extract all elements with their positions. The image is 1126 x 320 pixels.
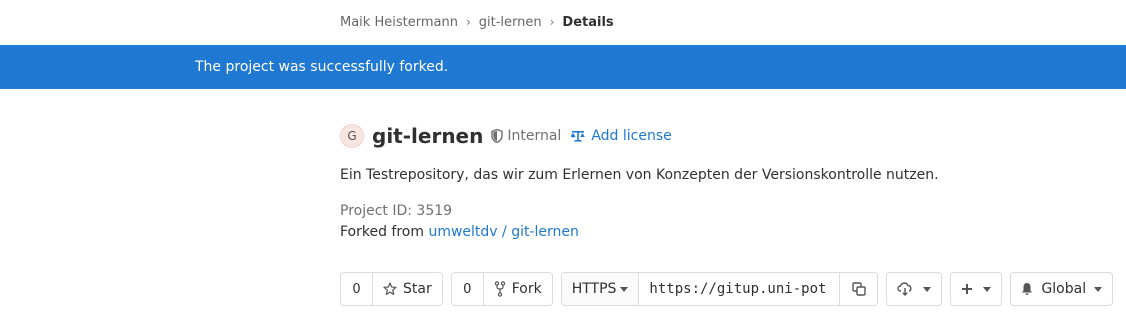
scale-icon [571, 131, 586, 142]
forked-from-link[interactable]: umweltdv / git-lernen [428, 224, 578, 240]
project-id: Project ID: 3519 [340, 203, 453, 219]
fork-icon [494, 281, 505, 297]
visibility-label: Internal [507, 128, 562, 144]
fork-button[interactable]: Fork [483, 273, 552, 305]
flash-notice: The project was successfully forked. [0, 45, 1126, 89]
breadcrumb-item-current: Details [562, 14, 614, 30]
clone-protocol-dropdown[interactable]: HTTPS [561, 273, 640, 305]
project-actions: 0 Star 0 Fork HTTPS https://gitup.uni-po… [340, 272, 1114, 306]
fork-count[interactable]: 0 [452, 273, 484, 305]
star-count[interactable]: 0 [341, 273, 373, 305]
star-label: Star [403, 281, 432, 297]
caret-down-icon [1094, 286, 1103, 292]
project-title: git-lernen [372, 124, 484, 148]
clone-url-input[interactable] [639, 273, 840, 305]
project-header: G git-lernen Internal Add license [340, 122, 672, 150]
breadcrumb-item-namespace[interactable]: Maik Heistermann [340, 15, 458, 30]
caret-down-icon [923, 286, 932, 292]
star-group: 0 Star [340, 272, 443, 306]
chevron-right-icon: › [549, 15, 555, 29]
breadcrumb: Maik Heistermann › git-lernen › Details [340, 0, 614, 44]
visibility-badge: Internal [491, 128, 561, 144]
caret-down-icon [620, 286, 629, 292]
shield-icon [491, 129, 504, 143]
copy-url-button[interactable] [839, 273, 878, 305]
clone-protocol-label: HTTPS [571, 281, 617, 297]
fork-group: 0 Fork [450, 272, 553, 306]
fork-label: Fork [511, 281, 542, 297]
new-item-dropdown-button[interactable] [950, 272, 1003, 306]
plus-icon [962, 284, 973, 294]
star-button[interactable]: Star [373, 273, 442, 305]
chevron-right-icon: › [465, 15, 471, 29]
flash-message: The project was successfully forked. [195, 59, 449, 75]
add-license-link[interactable]: Add license [571, 128, 672, 144]
project-description: Ein Testrepository, das wir zum Erlernen… [340, 167, 939, 183]
bell-icon [1022, 283, 1033, 295]
star-icon [383, 282, 397, 295]
download-dropdown-button[interactable] [886, 272, 943, 306]
add-license-label: Add license [591, 128, 672, 144]
clone-group: HTTPS [560, 272, 879, 306]
forked-from-prefix: Forked from [340, 224, 425, 240]
cloud-download-icon [897, 282, 912, 296]
breadcrumb-item-project[interactable]: git-lernen [479, 15, 542, 30]
notification-label: Global [1041, 281, 1087, 297]
forked-from: Forked from umweltdv / git-lernen [340, 224, 579, 240]
project-avatar: G [340, 124, 364, 148]
notification-dropdown-button[interactable]: Global [1010, 272, 1114, 306]
copy-icon [852, 282, 866, 296]
caret-down-icon [983, 286, 992, 292]
